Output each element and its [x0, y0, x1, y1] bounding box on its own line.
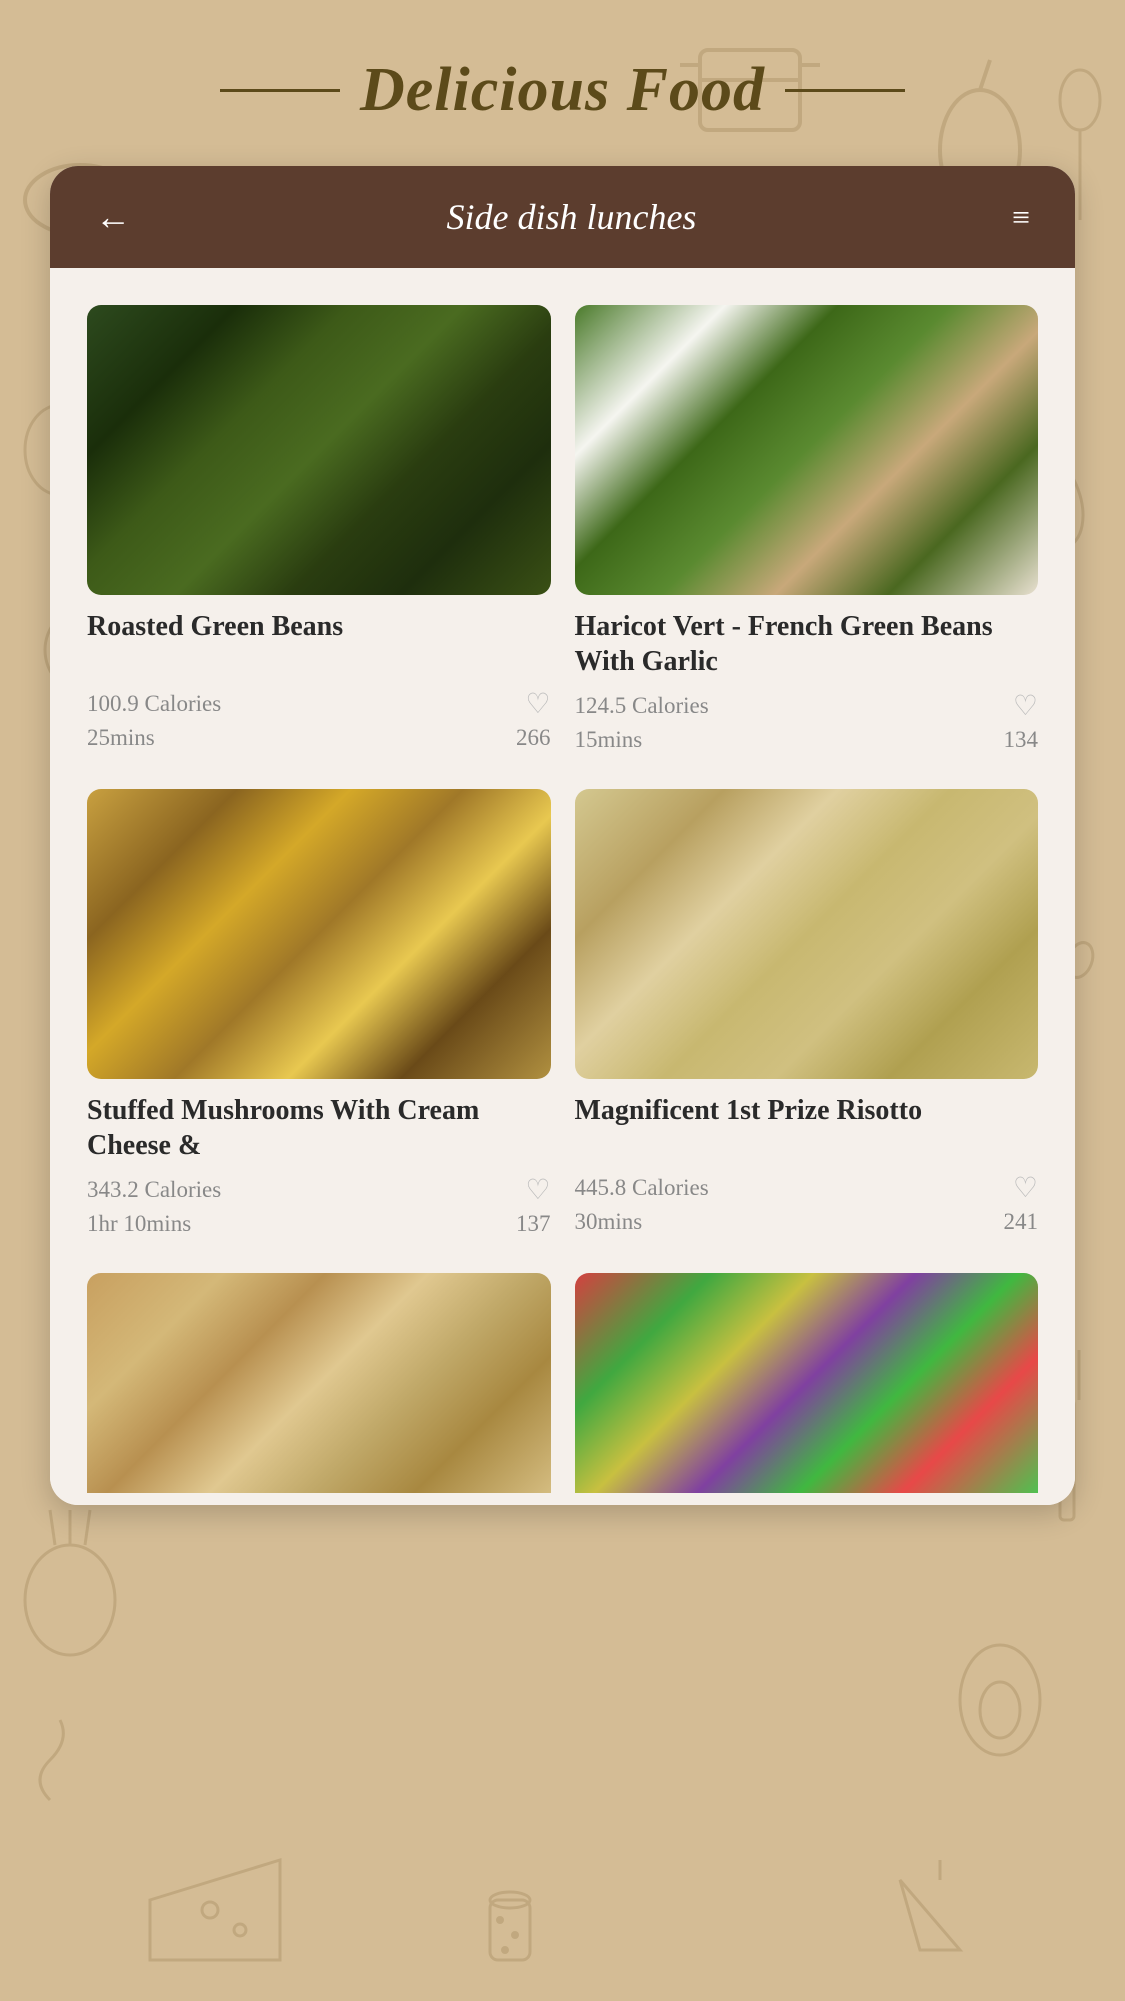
recipe-card-risotto[interactable]: Magnificent 1st Prize Risotto 445.8 Calo…: [563, 777, 1051, 1261]
recipe-time-1: 25mins: [87, 725, 155, 751]
recipe-likes-3: 137: [516, 1211, 551, 1237]
recipe-image-roasted-green-beans: [87, 305, 551, 595]
recipe-image-stuffed-mushrooms: [87, 789, 551, 1079]
recipe-calories-3: 343.2 Calories: [87, 1177, 221, 1203]
card-header: ← Side dish lunches ≡: [50, 166, 1075, 268]
recipe-card-haricot-vert[interactable]: Haricot Vert - French Green Beans With G…: [563, 293, 1051, 777]
recipe-calories-2: 124.5 Calories: [575, 693, 709, 719]
title-line-left: [220, 89, 340, 92]
recipe-time-row-4: 30mins 241: [575, 1209, 1039, 1235]
recipe-likes-1: 266: [516, 725, 551, 751]
heart-icon-3[interactable]: ♡: [525, 1173, 550, 1207]
recipe-likes-2: 134: [1004, 727, 1039, 753]
recipe-meta-3: 343.2 Calories ♡: [87, 1173, 551, 1207]
recipe-image-risotto: [575, 789, 1039, 1079]
recipe-time-3: 1hr 10mins: [87, 1211, 191, 1237]
recipe-time-row-3: 1hr 10mins 137: [87, 1211, 551, 1237]
filter-button[interactable]: ≡: [1012, 199, 1030, 236]
recipe-card-roasted-green-beans[interactable]: Roasted Green Beans 100.9 Calories ♡ 25m…: [75, 293, 563, 777]
recipe-title-3: Stuffed Mushrooms With Cream Cheese &: [87, 1093, 551, 1163]
bottom-partial-cards: [50, 1261, 1075, 1505]
app-card: ← Side dish lunches ≡ Roasted Green Bean…: [50, 166, 1075, 1505]
recipe-card-partial-salad[interactable]: [563, 1261, 1051, 1505]
recipe-likes-4: 241: [1004, 1209, 1039, 1235]
title-line-right: [785, 89, 905, 92]
recipe-meta-4: 445.8 Calories ♡: [575, 1171, 1039, 1205]
recipe-image-haricot-vert: [575, 305, 1039, 595]
recipe-time-2: 15mins: [575, 727, 643, 753]
recipe-time-4: 30mins: [575, 1209, 643, 1235]
recipe-calories-4: 445.8 Calories: [575, 1175, 709, 1201]
header-title: Side dish lunches: [446, 196, 696, 238]
recipe-image-partial-salad: [575, 1273, 1039, 1493]
page-title-area: Delicious Food: [0, 0, 1125, 166]
recipe-title-1: Roasted Green Beans: [87, 609, 551, 677]
heart-icon-1[interactable]: ♡: [525, 687, 550, 721]
recipe-calories-1: 100.9 Calories: [87, 691, 221, 717]
heart-icon-2[interactable]: ♡: [1013, 689, 1038, 723]
recipe-meta-2: 124.5 Calories ♡: [575, 689, 1039, 723]
recipes-grid: Roasted Green Beans 100.9 Calories ♡ 25m…: [50, 268, 1075, 1261]
page-title: Delicious Food: [360, 55, 765, 126]
recipe-meta-1: 100.9 Calories ♡: [87, 687, 551, 721]
recipe-title-4: Magnificent 1st Prize Risotto: [575, 1093, 1039, 1161]
recipe-time-row-2: 15mins 134: [575, 727, 1039, 753]
recipe-card-stuffed-mushrooms[interactable]: Stuffed Mushrooms With Cream Cheese & 34…: [75, 777, 563, 1261]
recipe-time-row-1: 25mins 266: [87, 725, 551, 751]
back-button[interactable]: ←: [95, 199, 131, 235]
heart-icon-4[interactable]: ♡: [1013, 1171, 1038, 1205]
recipe-card-partial-pasta[interactable]: [75, 1261, 563, 1505]
recipe-image-partial-pasta: [87, 1273, 551, 1493]
recipe-title-2: Haricot Vert - French Green Beans With G…: [575, 609, 1039, 679]
